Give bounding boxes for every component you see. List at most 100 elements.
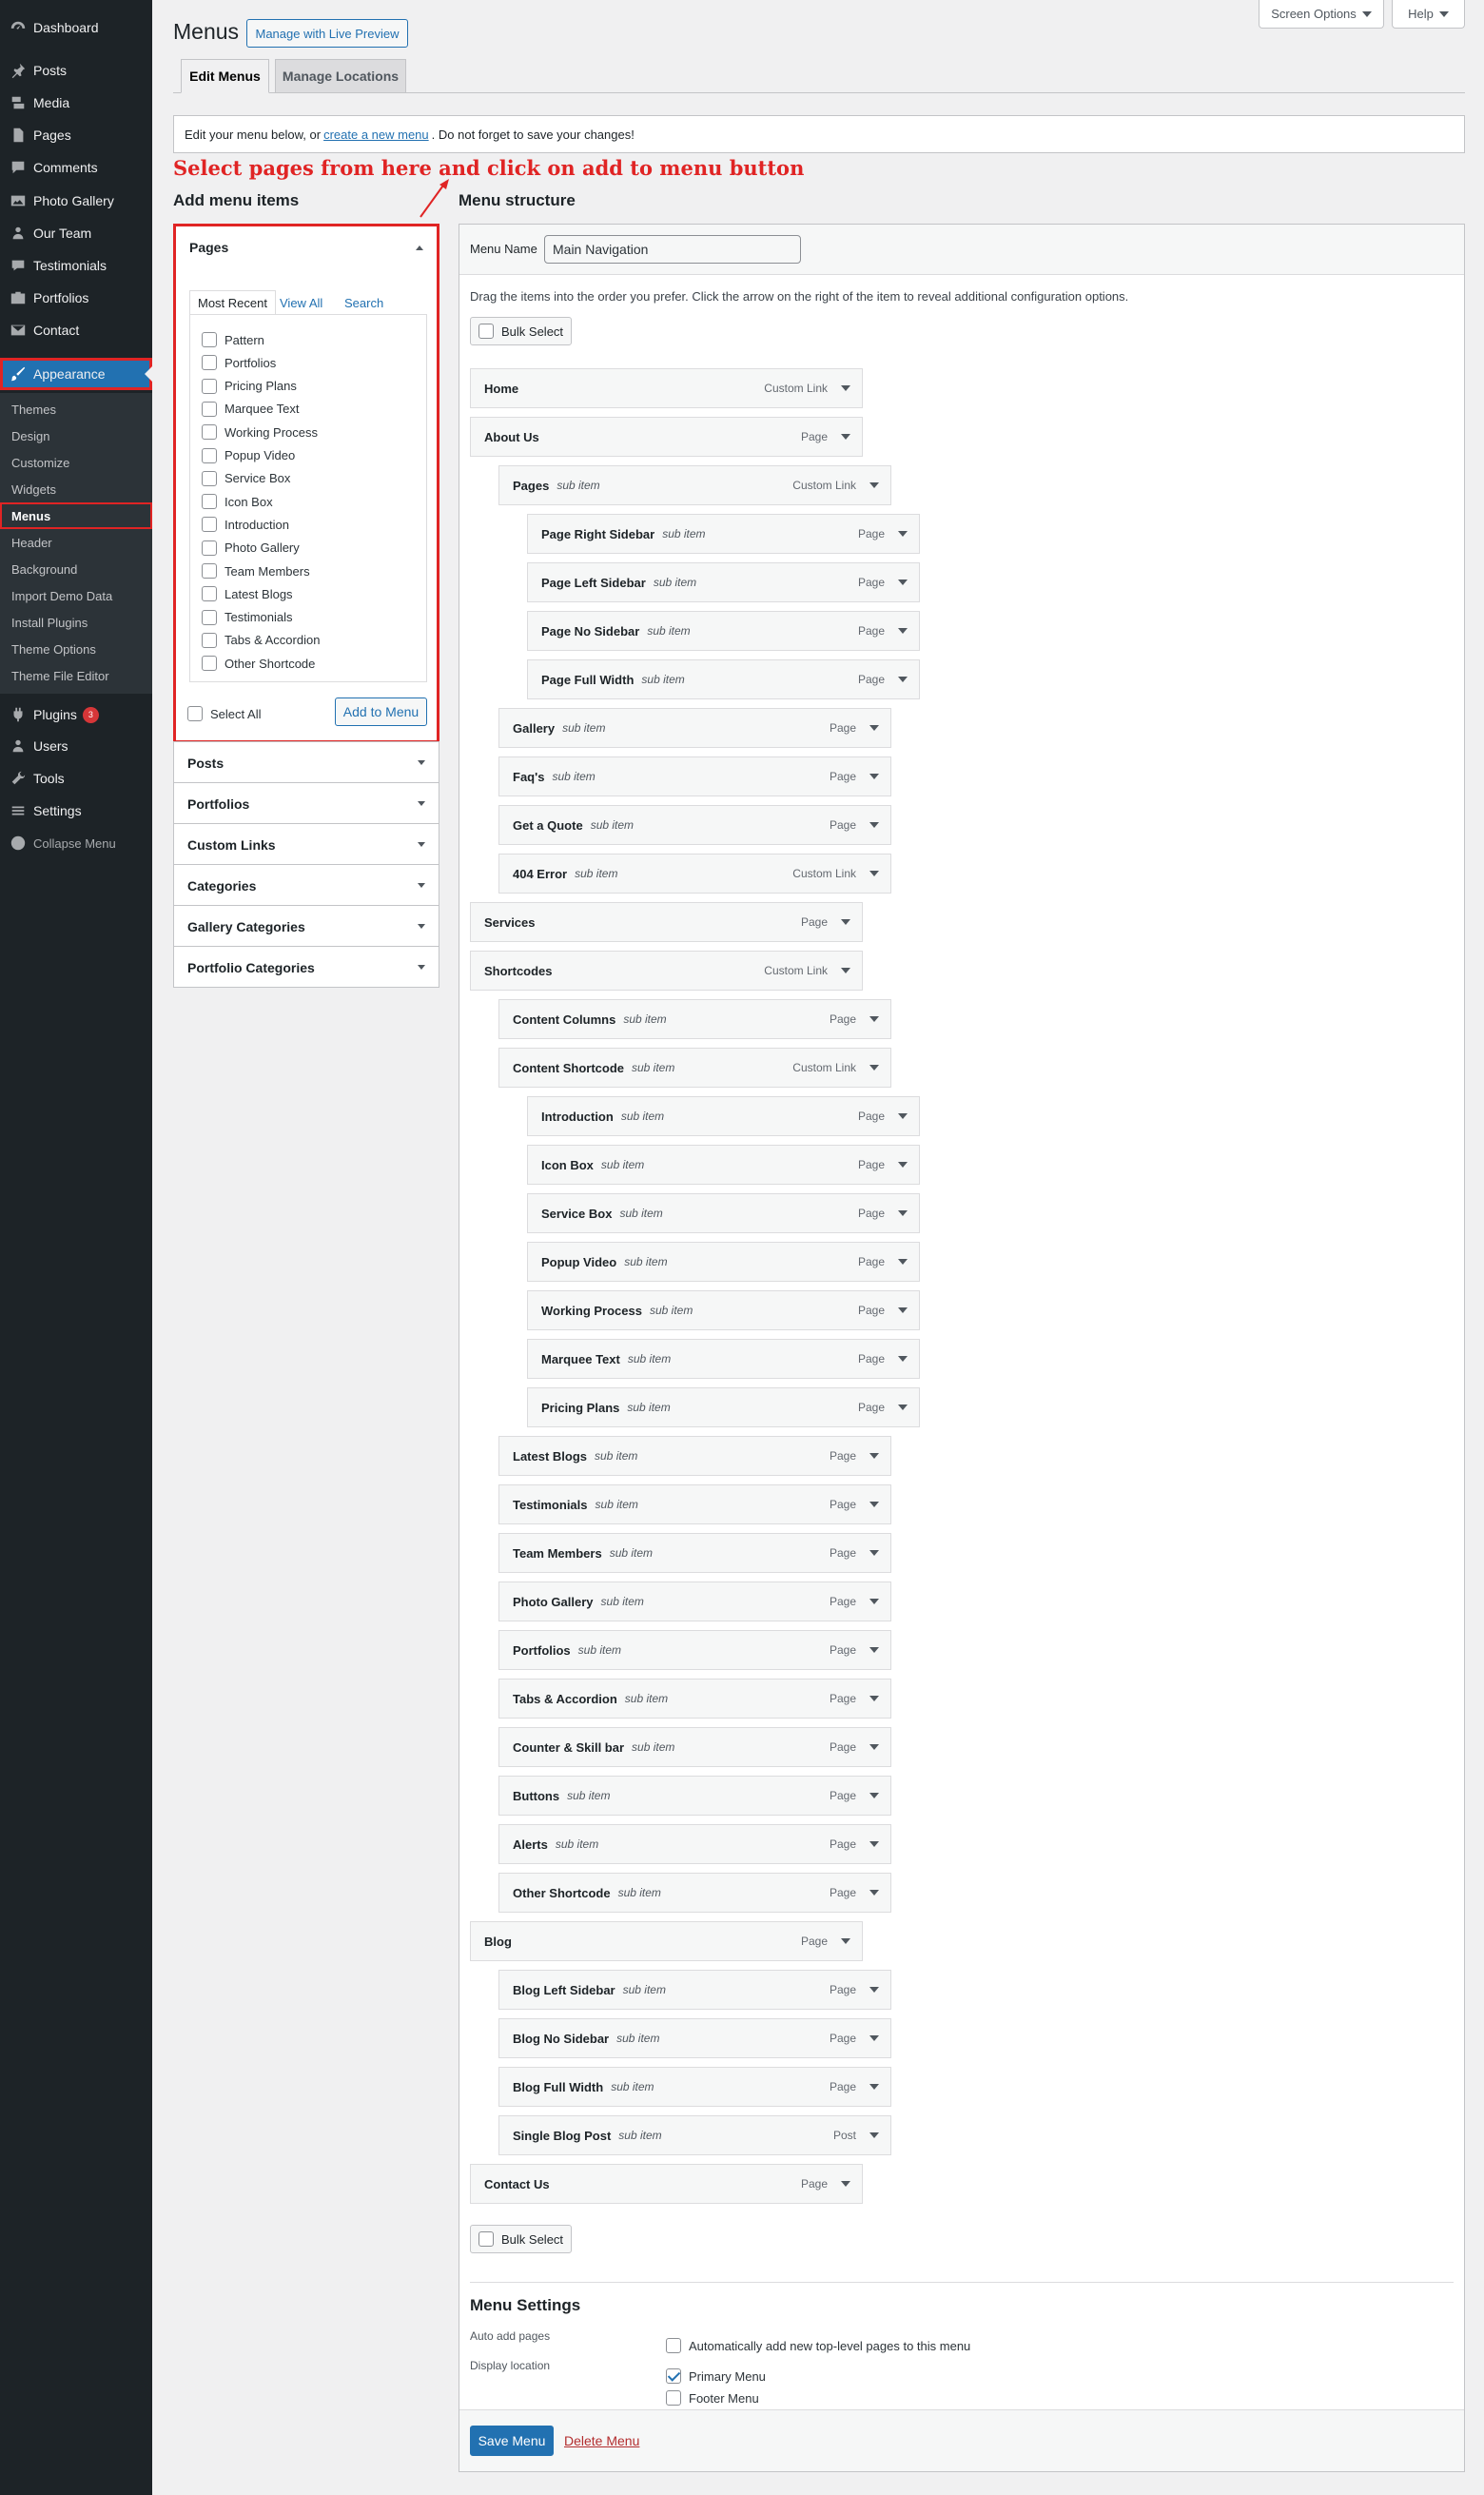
menu-item[interactable]: Portfolios sub item Page (498, 1630, 891, 1670)
accordion-categories[interactable]: Categories (173, 864, 439, 906)
expand-item-arrow-icon[interactable] (869, 2132, 879, 2143)
accordion-portfolios[interactable]: Portfolios (173, 782, 439, 824)
page-checkbox[interactable] (202, 517, 217, 533)
submenu-item-menus[interactable]: Menus (0, 502, 152, 529)
select-all[interactable]: Select All (187, 704, 261, 723)
submenu-item-import-demo-data[interactable]: Import Demo Data (0, 582, 152, 609)
sidebar-item-collapse-menu[interactable]: Collapse Menu (0, 827, 152, 859)
page-checkbox[interactable] (202, 447, 217, 463)
menu-item[interactable]: Blog Left Sidebar sub item Page (498, 1970, 891, 2010)
expand-item-arrow-icon[interactable] (898, 1307, 908, 1318)
menu-item[interactable]: Single Blog Post sub item Post (498, 2115, 891, 2155)
page-option[interactable]: Service Box (202, 469, 290, 488)
menu-item[interactable]: Working Process sub item Page (527, 1290, 920, 1330)
expand-item-arrow-icon[interactable] (898, 1210, 908, 1221)
accordion-header[interactable]: Portfolio Categories (174, 947, 439, 988)
expand-item-arrow-icon[interactable] (898, 1162, 908, 1172)
screen-options-button[interactable]: Screen Options (1259, 0, 1384, 29)
accordion-header[interactable]: Posts (174, 742, 439, 783)
expand-item-arrow-icon[interactable] (869, 774, 879, 784)
menu-item[interactable]: Shortcodes Custom Link (470, 951, 863, 991)
page-option[interactable]: Introduction (202, 515, 289, 534)
expand-arrow-icon[interactable] (418, 760, 425, 769)
accordion-posts[interactable]: Posts (173, 741, 439, 783)
expand-item-arrow-icon[interactable] (869, 1453, 879, 1464)
menu-item[interactable]: Icon Box sub item Page (527, 1145, 920, 1185)
expand-item-arrow-icon[interactable] (869, 1793, 879, 1803)
expand-item-arrow-icon[interactable] (898, 580, 908, 590)
menu-item[interactable]: Alerts sub item Page (498, 1824, 891, 1864)
page-option[interactable]: Latest Blogs (202, 584, 293, 603)
tab-search[interactable]: Search (344, 290, 383, 315)
page-option[interactable]: Popup Video (202, 446, 295, 465)
bulk-select-checkbox[interactable] (478, 2231, 494, 2247)
expand-item-arrow-icon[interactable] (898, 1405, 908, 1415)
sidebar-item-media[interactable]: Media (0, 87, 152, 119)
page-checkbox[interactable] (202, 563, 217, 579)
menu-item[interactable]: Tabs & Accordion sub item Page (498, 1679, 891, 1719)
live-preview-button[interactable]: Manage with Live Preview (246, 19, 408, 48)
sidebar-item-contact[interactable]: Contact (0, 314, 152, 346)
menu-item[interactable]: Faq's sub item Page (498, 756, 891, 796)
expand-item-arrow-icon[interactable] (869, 482, 879, 493)
menu-item[interactable]: About Us Page (470, 417, 863, 457)
expand-item-arrow-icon[interactable] (898, 1356, 908, 1366)
page-checkbox[interactable] (202, 401, 217, 417)
primary-menu-option[interactable]: Primary Menu (666, 2367, 766, 2386)
expand-item-arrow-icon[interactable] (898, 677, 908, 687)
expand-item-arrow-icon[interactable] (869, 1987, 879, 1997)
page-checkbox[interactable] (202, 332, 217, 347)
page-checkbox[interactable] (202, 494, 217, 510)
expand-arrow-icon[interactable] (418, 801, 425, 810)
expand-item-arrow-icon[interactable] (841, 434, 850, 444)
menu-item[interactable]: Home Custom Link (470, 368, 863, 408)
page-checkbox[interactable] (202, 470, 217, 486)
page-checkbox[interactable] (202, 586, 217, 602)
page-checkbox[interactable] (202, 378, 217, 394)
menu-item[interactable]: Blog Page (470, 1921, 863, 1961)
menu-item[interactable]: Popup Video sub item Page (527, 1242, 920, 1282)
page-option[interactable]: Working Process (202, 422, 318, 442)
submenu-item-customize[interactable]: Customize (0, 449, 152, 476)
primary-menu-checkbox[interactable] (666, 2368, 681, 2384)
bulk-select-checkbox[interactable] (478, 324, 494, 339)
menu-item[interactable]: Latest Blogs sub item Page (498, 1436, 891, 1476)
expand-item-arrow-icon[interactable] (869, 1744, 879, 1755)
submenu-item-install-plugins[interactable]: Install Plugins (0, 609, 152, 636)
accordion-header[interactable]: Custom Links (174, 824, 439, 865)
menu-item[interactable]: Photo Gallery sub item Page (498, 1581, 891, 1621)
menu-item[interactable]: Content Columns sub item Page (498, 999, 891, 1039)
expand-item-arrow-icon[interactable] (869, 1647, 879, 1658)
menu-item[interactable]: Services Page (470, 902, 863, 942)
expand-item-arrow-icon[interactable] (841, 385, 850, 396)
expand-arrow-icon[interactable] (418, 883, 425, 892)
sidebar-item-posts[interactable]: Posts (0, 54, 152, 87)
menu-item[interactable]: Blog Full Width sub item Page (498, 2067, 891, 2107)
accordion-gallery-categories[interactable]: Gallery Categories (173, 905, 439, 947)
sidebar-item-our-team[interactable]: Our Team (0, 217, 152, 249)
accordion-header[interactable]: Portfolios (174, 783, 439, 824)
menu-item[interactable]: Marquee Text sub item Page (527, 1339, 920, 1379)
auto-add-option[interactable]: Automatically add new top-level pages to… (666, 2336, 970, 2355)
create-menu-link[interactable]: create a new menu (323, 128, 429, 142)
expand-item-arrow-icon[interactable] (869, 1065, 879, 1075)
submenu-item-themes[interactable]: Themes (0, 396, 152, 422)
expand-item-arrow-icon[interactable] (841, 1938, 850, 1949)
menu-name-input[interactable]: Main Navigation (544, 235, 801, 264)
page-option[interactable]: Pricing Plans (202, 377, 297, 396)
expand-item-arrow-icon[interactable] (869, 1696, 879, 1706)
submenu-item-theme-file-editor[interactable]: Theme File Editor (0, 662, 152, 689)
footer-menu-checkbox[interactable] (666, 2390, 681, 2406)
sidebar-item-settings[interactable]: Settings (0, 795, 152, 827)
page-option[interactable]: Icon Box (202, 492, 273, 511)
delete-menu-link[interactable]: Delete Menu (564, 2433, 639, 2448)
page-option[interactable]: Team Members (202, 561, 310, 580)
expand-item-arrow-icon[interactable] (869, 1550, 879, 1561)
tab-view-all[interactable]: View All (280, 290, 322, 315)
menu-item[interactable]: Counter & Skill bar sub item Page (498, 1727, 891, 1767)
expand-item-arrow-icon[interactable] (869, 2035, 879, 2046)
expand-item-arrow-icon[interactable] (869, 1890, 879, 1900)
accordion-portfolio-categories[interactable]: Portfolio Categories (173, 946, 439, 988)
tab-edit-menus[interactable]: Edit Menus (181, 59, 269, 93)
add-to-menu-button[interactable]: Add to Menu (335, 697, 427, 726)
